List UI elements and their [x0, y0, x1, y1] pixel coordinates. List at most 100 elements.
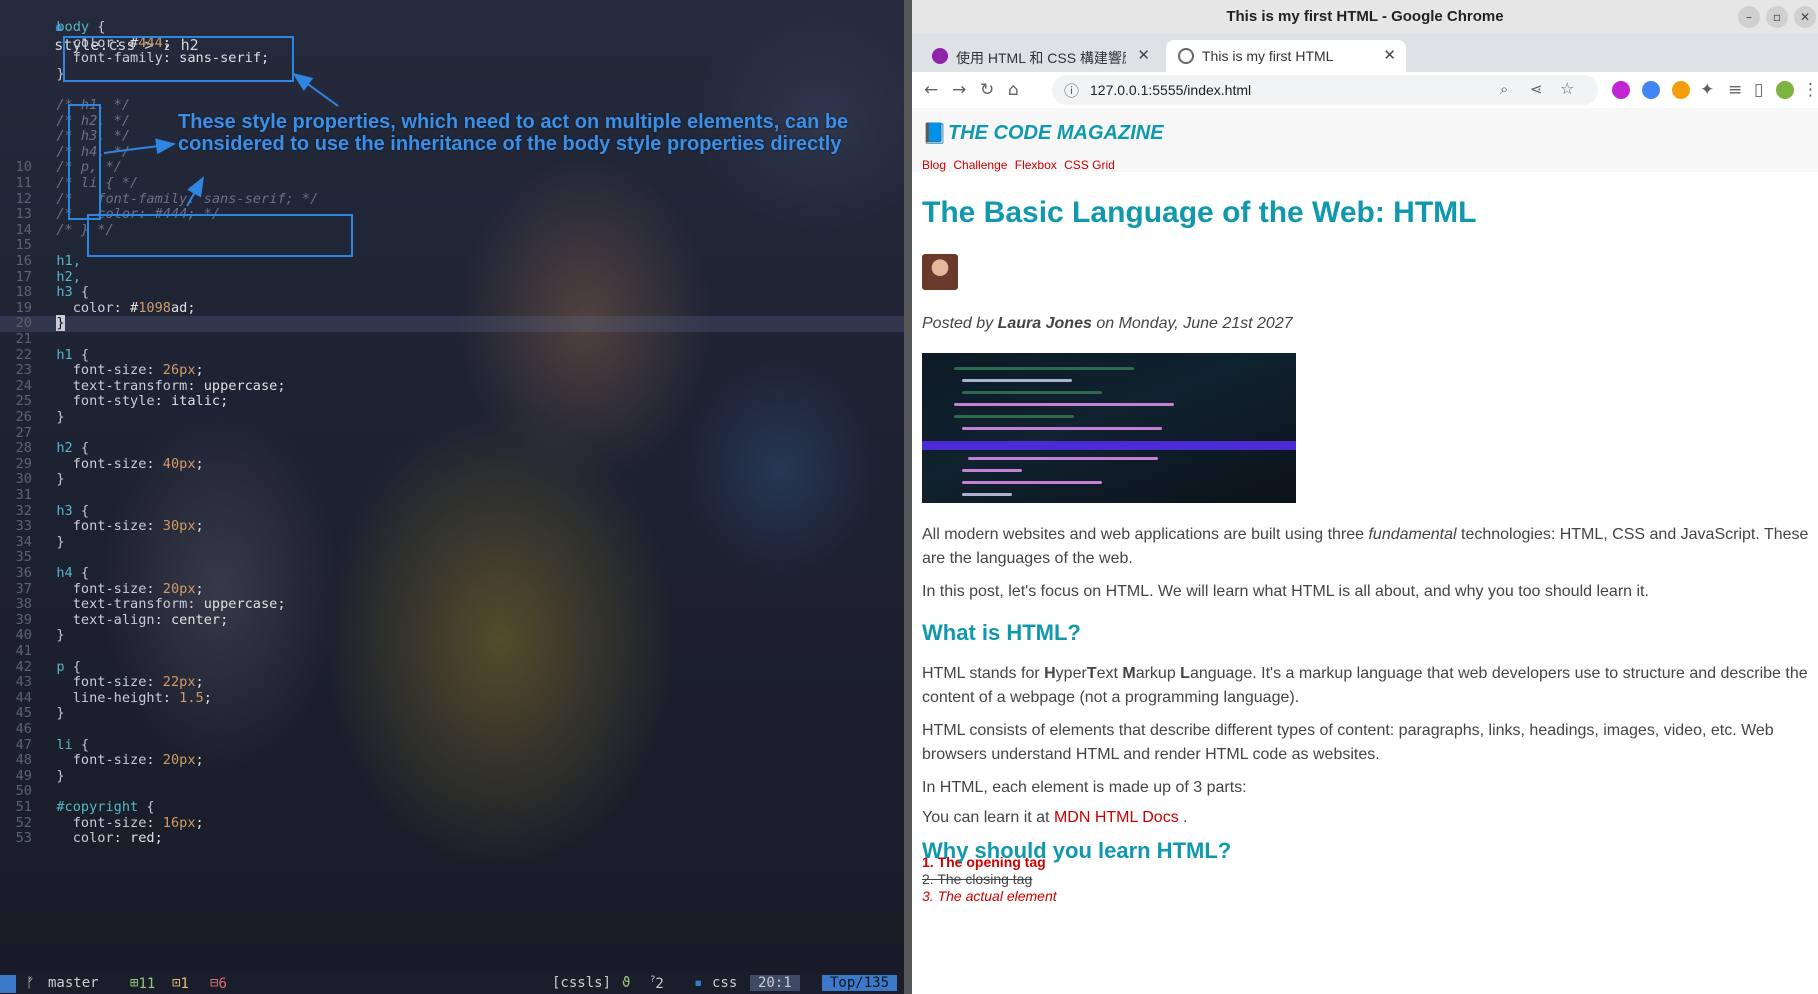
- url-text[interactable]: 127.0.0.1:5555/index.html: [1090, 82, 1251, 98]
- code-line[interactable]: 34 }: [0, 533, 65, 551]
- translate-extension-icon[interactable]: [1642, 81, 1660, 99]
- browser-window: This is my first HTML - Google Chrome – …: [912, 0, 1818, 994]
- home-icon[interactable]: ⌂: [1008, 80, 1019, 100]
- annotation-arrows: [103, 72, 339, 207]
- code-line[interactable]: 47 li {: [0, 736, 90, 754]
- code-line[interactable]: 17 h2,: [0, 269, 81, 286]
- code-line[interactable]: 49 }: [0, 768, 65, 785]
- code-line[interactable]: 18 h3 {: [0, 284, 90, 301]
- window-title: This is my first HTML - Google Chrome: [1226, 8, 1504, 25]
- code-line[interactable]: 45 }: [0, 706, 65, 722]
- line-number: 53: [15, 830, 32, 847]
- site-header: 📘 THE CODE MAGAZINE Blog Challenge Flexb…: [912, 108, 1818, 172]
- tab-responsive[interactable]: 使用 HTML 和 CSS 構建響應 ✕: [920, 40, 1160, 72]
- code-line[interactable]: 33 font-size: 30px;: [0, 518, 204, 535]
- code-text: li {: [56, 736, 90, 753]
- address-bar[interactable]: ⓘ 127.0.0.1:5555/index.html ⌕ ⋖ ☆: [1052, 75, 1598, 105]
- share-icon[interactable]: ⋖: [1530, 80, 1543, 98]
- code-line[interactable]: 52 font-size: 16px;: [0, 815, 204, 832]
- zoom-icon[interactable]: ⌕: [1500, 80, 1508, 98]
- profile-avatar[interactable]: [1776, 81, 1794, 99]
- code-text: font-size: 20px;: [72, 752, 204, 769]
- code-line[interactable]: 28 h2 {: [0, 440, 90, 457]
- code-editor[interactable]: ▪ style.css > ₂ h2 body { color: #444; f…: [0, 0, 904, 994]
- reload-icon[interactable]: ↻: [980, 80, 994, 100]
- close-window-button[interactable]: ✕: [1794, 6, 1816, 28]
- paragraph-learn: You can learn it at MDN HTML Docs .: [922, 809, 1188, 826]
- code-line[interactable]: 31: [0, 487, 40, 504]
- line-number: 26: [15, 409, 32, 425]
- code-line[interactable]: 46: [0, 721, 40, 738]
- code-line[interactable]: 22 h1 {: [0, 347, 90, 364]
- line-number: 24: [15, 377, 32, 394]
- code-line[interactable]: 37 font-size: 20px;: [0, 580, 204, 598]
- code-text: font-size: 30px;: [72, 518, 204, 535]
- line-number: 46: [15, 721, 32, 737]
- code-line[interactable]: 39 text-align: center;: [0, 611, 229, 629]
- code-line[interactable]: 25 font-style: italic;: [0, 394, 229, 410]
- back-arrow-icon[interactable]: ←: [924, 80, 938, 100]
- pane-divider[interactable]: [904, 0, 912, 994]
- code-line[interactable]: 35: [0, 550, 40, 566]
- code-line[interactable]: 20 }: [0, 315, 904, 332]
- code-line[interactable]: 40 }: [0, 628, 65, 644]
- code-text: font-size: 22px;: [72, 674, 204, 691]
- code-line[interactable]: 36 h4 {: [0, 565, 90, 582]
- tab-close-icon[interactable]: ✕: [1137, 46, 1150, 64]
- code-line[interactable]: 19 color: #1098ad;: [0, 299, 196, 317]
- line-number: 32: [15, 502, 32, 519]
- branch-icon: ᚠ: [26, 975, 35, 991]
- line-number: 23: [15, 362, 32, 379]
- line-number: 39: [15, 611, 32, 628]
- code-text: }: [40, 533, 65, 550]
- code-text: h3 {: [56, 502, 90, 519]
- code-line[interactable]: 53 color: red;: [0, 830, 163, 847]
- code-line[interactable]: 48 font-size: 20px;: [0, 752, 204, 769]
- title-bar: This is my first HTML - Google Chrome – …: [912, 0, 1818, 34]
- code-line[interactable]: 41: [0, 643, 40, 660]
- code-line[interactable]: 38 text-transform: uppercase;: [0, 596, 286, 613]
- book-icon: 📘: [922, 123, 947, 145]
- menu-kebab-icon[interactable]: ⋮: [1802, 80, 1818, 100]
- line-number: 27: [15, 424, 32, 441]
- line-number: 42: [15, 658, 32, 675]
- forward-arrow-icon[interactable]: →: [952, 80, 966, 100]
- scroll-position: Top/135: [822, 975, 898, 991]
- code-line[interactable]: 42 p {: [0, 658, 81, 676]
- side-panel-icon[interactable]: ▯: [1754, 80, 1763, 100]
- nav-link-challenge[interactable]: Challenge: [953, 158, 1007, 172]
- code-line[interactable]: 27: [0, 424, 40, 442]
- code-line[interactable]: 23 font-size: 26px;: [0, 362, 204, 379]
- code-line[interactable]: 50: [0, 784, 40, 800]
- minimize-button[interactable]: –: [1738, 6, 1760, 28]
- code-line[interactable]: 44 line-height: 1.5;: [0, 690, 212, 707]
- tab-close-icon[interactable]: ✕: [1383, 46, 1396, 64]
- code-text: color: #1098ad;: [72, 299, 196, 316]
- extensions-puzzle-icon[interactable]: ✦: [1700, 80, 1714, 100]
- code-line[interactable]: 26 }: [0, 409, 65, 426]
- code-line[interactable]: 32 h3 {: [0, 502, 90, 520]
- nav-link-css-grid[interactable]: CSS Grid: [1064, 158, 1115, 172]
- author-avatar: [922, 254, 958, 290]
- code-line[interactable]: 30 }: [0, 472, 65, 488]
- extension-icon[interactable]: [1672, 81, 1690, 99]
- code-line[interactable]: 51 #copyright {: [0, 799, 155, 816]
- code-line[interactable]: 43 font-size: 22px;: [0, 674, 204, 691]
- mdn-link[interactable]: MDN HTML Docs: [1054, 809, 1179, 826]
- bookmark-star-icon[interactable]: ☆: [1560, 79, 1574, 98]
- info-icon[interactable]: ⓘ: [1064, 80, 1079, 101]
- nav-link-blog[interactable]: Blog: [922, 158, 946, 172]
- maximize-button[interactable]: ▫: [1766, 6, 1788, 28]
- reading-list-icon[interactable]: ≡: [1728, 80, 1742, 100]
- code-line[interactable]: 21: [0, 331, 40, 348]
- code-line[interactable]: 24 text-transform: uppercase;: [0, 377, 286, 395]
- extension-icon[interactable]: [1612, 81, 1630, 99]
- code-text: h4 {: [56, 565, 90, 581]
- code-text: p {: [56, 658, 81, 675]
- line-number: 43: [15, 674, 32, 691]
- tab-first-html[interactable]: This is my first HTML ✕: [1166, 40, 1406, 72]
- lsp-spinner-icon: ϑ: [622, 975, 631, 991]
- code-text: font-size: 20px;: [72, 580, 204, 597]
- nav-link-flexbox[interactable]: Flexbox: [1015, 158, 1057, 172]
- code-line[interactable]: 29 font-size: 40px;: [0, 456, 204, 473]
